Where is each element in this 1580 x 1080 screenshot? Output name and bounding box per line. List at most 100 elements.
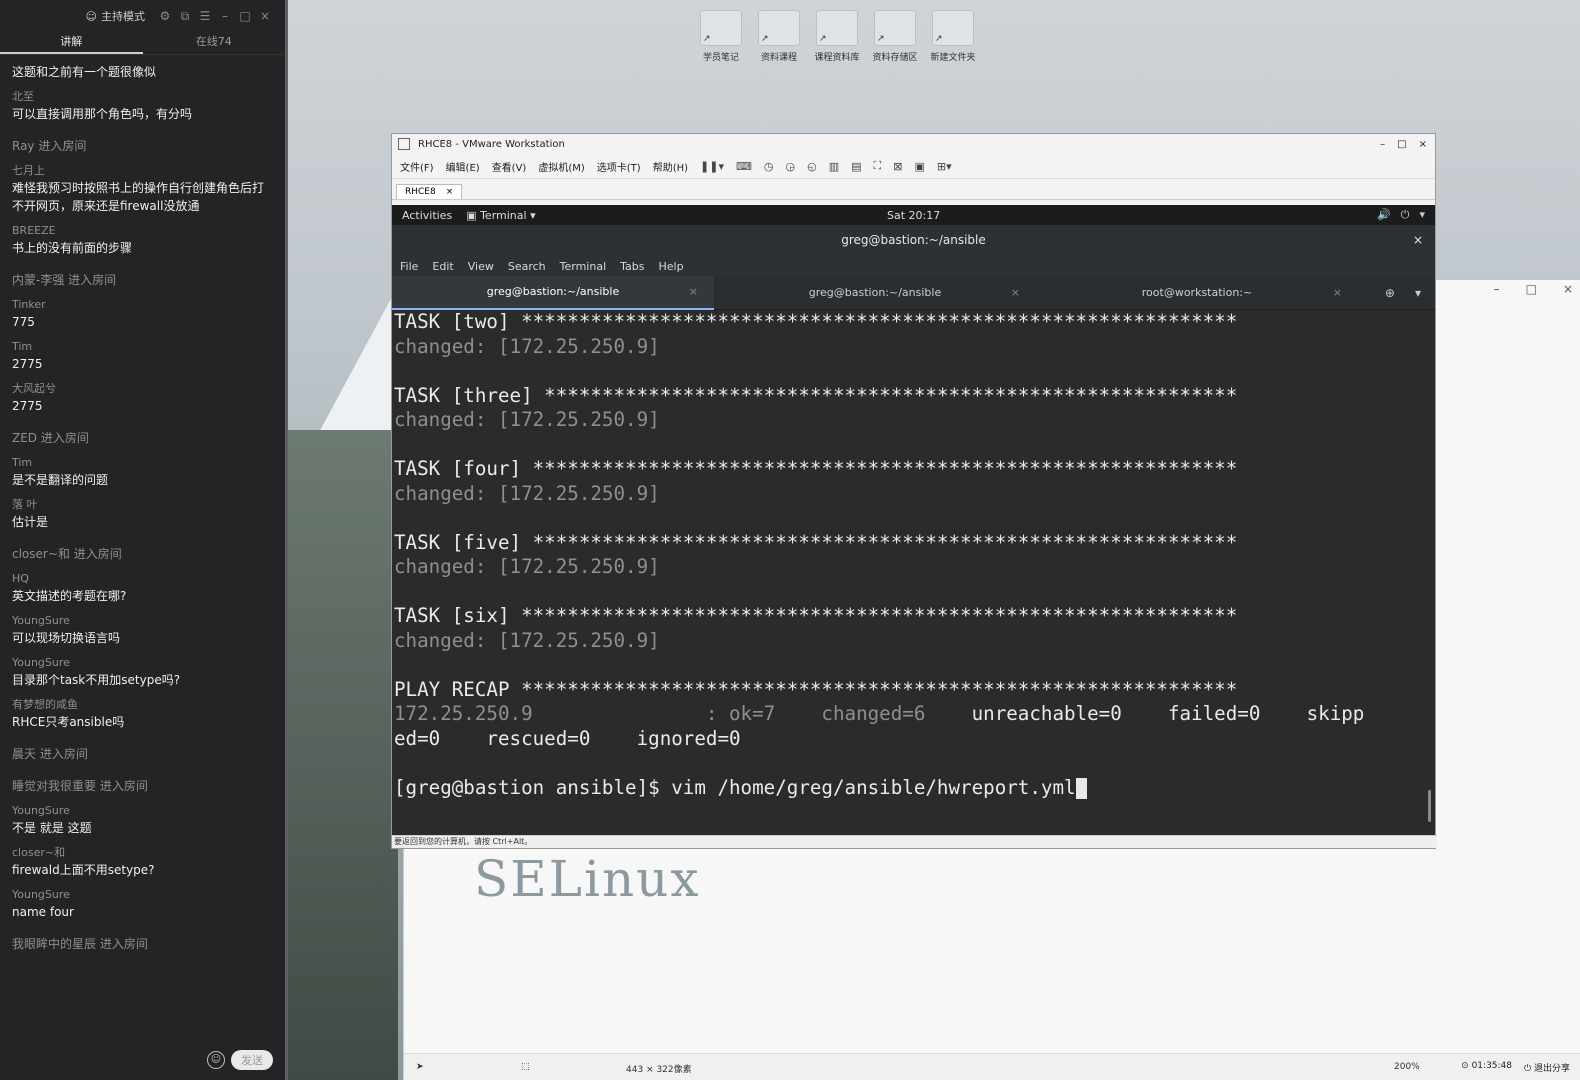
stop-share-button[interactable]: ⏻ 退出分享 (1524, 1061, 1570, 1074)
terminal-line: changed: [172.25.250.9] (394, 628, 660, 652)
pause-icon[interactable]: ❚❚▾ (700, 160, 724, 173)
desktop-folder-icon[interactable]: 资料课程 (751, 10, 807, 63)
close-icon[interactable]: × (1333, 277, 1342, 309)
menu-help[interactable]: Help (659, 260, 684, 273)
tab-online[interactable]: 在线74 (143, 32, 286, 54)
chat-nickname[interactable]: Tinker (12, 297, 273, 313)
tab-discussion[interactable]: 讲解 (0, 32, 143, 54)
gnome-clock[interactable]: Sat 20:17 (887, 209, 940, 222)
chat-message: Tinker 775 (12, 297, 273, 331)
close-icon[interactable]: × (255, 9, 275, 23)
stretch-icon[interactable]: ⊞▾ (937, 160, 952, 173)
chat-nickname[interactable]: BREEZE (12, 223, 273, 239)
chat-message-list: 这题和之前有一个题很像似 北至 可以直接调用那个角色吗，有分吗 Ray 进入房间 七月上… (0, 63, 285, 953)
chat-nickname[interactable]: closer~和 (12, 845, 273, 861)
menu-file[interactable]: File (400, 260, 418, 273)
emoji-icon[interactable]: ☺ (207, 1051, 225, 1069)
chat-nickname[interactable]: closer~和 (12, 547, 70, 561)
library-icon[interactable]: ▥ (829, 160, 839, 173)
desktop-folder-icon[interactable]: 新建文件夹 (925, 10, 981, 63)
chat-nickname[interactable]: Tim (12, 455, 273, 471)
desktop-folder-icon[interactable]: 学员笔记 (693, 10, 749, 63)
console-icon[interactable]: ▣ (914, 160, 924, 173)
minimize-icon[interactable]: – (215, 9, 235, 23)
chat-join-text: 进入房间 (99, 937, 148, 951)
terminal-tab[interactable]: greg@bastion:~/ansible × (392, 276, 714, 310)
terminal-tab[interactable]: root@workstation:~ × (1036, 277, 1358, 309)
menu-icon[interactable]: ☰ (195, 9, 215, 23)
send-keys-icon[interactable]: ⌨ (736, 160, 752, 173)
terminal-line: TASK [five] ****************************… (394, 530, 1238, 554)
chat-nickname[interactable]: 睡觉对我很重要 (12, 779, 96, 793)
system-menu[interactable]: 🔊 ⏻ ▾ (1377, 208, 1425, 222)
fullscreen-icon[interactable]: ⛶ (874, 159, 882, 173)
tab-rhce8[interactable]: RHCE8 × (396, 184, 463, 199)
chat-nickname[interactable]: Tim (12, 339, 273, 355)
chat-nickname[interactable]: 大风起兮 (12, 381, 273, 397)
menu-edit[interactable]: Edit (432, 260, 453, 273)
close-icon[interactable]: × (1011, 277, 1020, 309)
chat-nickname[interactable]: ZED (12, 431, 37, 445)
chat-nickname[interactable]: HQ (12, 571, 273, 587)
close-icon[interactable]: × (1563, 282, 1573, 296)
chat-nickname[interactable]: 内蒙-李强 (12, 273, 64, 287)
unity-icon[interactable]: ⊠ (893, 160, 902, 173)
tabs-view-icon[interactable]: ▤ (851, 160, 861, 173)
menu-tabs[interactable]: Tabs (620, 260, 644, 273)
close-icon[interactable]: × (689, 276, 698, 308)
maximize-icon[interactable]: □ (1526, 282, 1537, 296)
menu-tabs[interactable]: 选项卡(T) (597, 159, 641, 174)
new-tab-icon[interactable]: ⊕ (1385, 277, 1395, 309)
menu-search[interactable]: Search (508, 260, 546, 273)
terminal-tab-label: greg@bastion:~/ansible (486, 285, 620, 298)
revert-snapshot-icon[interactable]: ◶ (786, 160, 796, 173)
desktop-folder-icon[interactable]: 资料存储区 (867, 10, 923, 63)
maximize-icon[interactable]: □ (1397, 139, 1406, 150)
menu-file[interactable]: 文件(F) (400, 159, 434, 174)
close-icon[interactable]: × (446, 187, 454, 197)
snapshot-icon[interactable]: ◷ (764, 160, 774, 173)
activities-button[interactable]: Activities (402, 209, 452, 222)
send-button[interactable]: 发送 (231, 1050, 273, 1070)
chat-nickname[interactable]: 晨天 (12, 747, 36, 761)
chat-nickname[interactable]: YoungSure (12, 613, 273, 629)
chat-join-text: 进入房间 (39, 747, 88, 761)
menu-view[interactable]: 查看(V) (492, 159, 527, 174)
vmware-titlebar: RHCE8 - VMware Workstation – □ × (392, 134, 1435, 154)
settings-icon[interactable]: ⚙ (155, 9, 175, 23)
chat-text: 这题和之前有一个题很像似 (12, 65, 157, 79)
chat-nickname[interactable]: YoungSure (12, 887, 273, 903)
chat-nickname[interactable]: YoungSure (12, 655, 273, 671)
menu-vm[interactable]: 虚拟机(M) (538, 159, 584, 174)
chat-nickname[interactable]: Ray (12, 139, 35, 153)
menu-view[interactable]: View (468, 260, 494, 273)
menu-edit[interactable]: 编辑(E) (446, 159, 480, 174)
minimize-icon[interactable]: – (1494, 282, 1500, 296)
chat-text: 是不是翻译的问题 (12, 473, 109, 487)
snapshot-manager-icon[interactable]: ◵ (807, 160, 817, 173)
maximize-icon[interactable]: □ (235, 9, 255, 23)
chat-nickname[interactable]: 有梦想的咸鱼 (12, 697, 273, 713)
chat-nickname[interactable]: 我眼眸中的星辰 (12, 937, 96, 951)
chat-nickname[interactable]: 落 叶 (12, 497, 273, 513)
terminal-app-menu[interactable]: ▣ Terminal ▾ (466, 209, 535, 222)
menu-terminal[interactable]: Terminal (560, 260, 607, 273)
chat-nickname[interactable]: YoungSure (12, 803, 273, 819)
terminal-scrollbar[interactable] (1428, 790, 1431, 822)
terminal-tab-tools: ⊕ ▾ (1385, 277, 1421, 309)
popout-icon[interactable]: ⧉ (175, 9, 195, 24)
chat-join-notice: 晨天 进入房间 (12, 745, 273, 763)
terminal-tab[interactable]: greg@bastion:~/ansible × (714, 277, 1036, 309)
chat-nickname[interactable]: 北至 (12, 89, 273, 105)
minimize-icon[interactable]: – (1380, 139, 1385, 150)
chat-nickname[interactable]: 七月上 (12, 163, 273, 179)
host-mode[interactable]: ☺ 主持模式 (86, 8, 145, 24)
chevron-down-icon[interactable]: ▾ (1415, 277, 1421, 309)
terminal-output[interactable]: TASK [two] *****************************… (392, 310, 1435, 836)
close-icon[interactable]: × (1419, 139, 1427, 150)
desktop-folder-icon[interactable]: 课程资料库 (809, 10, 865, 63)
terminal-app-icon: ▣ (466, 208, 481, 222)
menu-help[interactable]: 帮助(H) (653, 159, 688, 174)
chat-message: YoungSure 不是 就是 这题 (12, 803, 273, 837)
close-icon[interactable]: × (1413, 225, 1423, 255)
